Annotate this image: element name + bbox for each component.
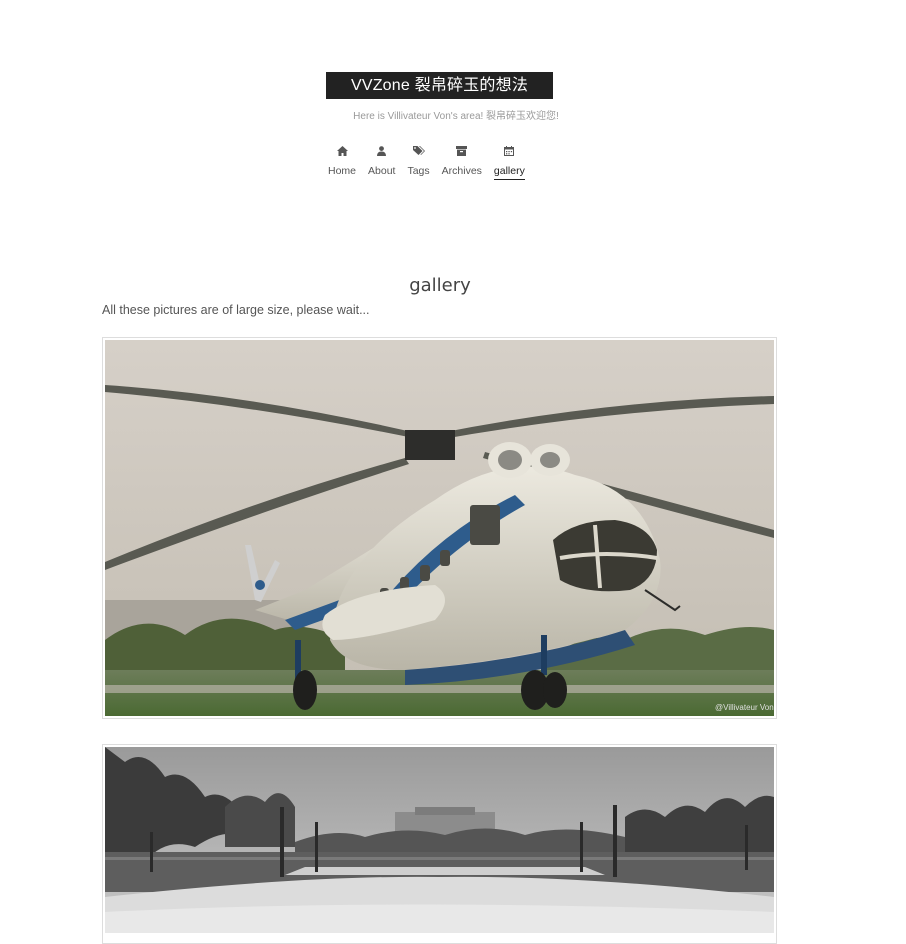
nav-label-archives: Archives xyxy=(441,165,482,177)
site-header: VVZone 裂帛碎玉的想法 Here is Villivateur Von's… xyxy=(0,0,906,220)
gallery-photo-helicopter[interactable]: @Villivateur Von xyxy=(102,337,777,719)
nav-item-archives[interactable]: Archives xyxy=(436,142,488,182)
site-subtitle: Here is Villivateur Von's area! 裂帛碎玉欢迎您! xyxy=(353,111,559,122)
nav-label-gallery: gallery xyxy=(493,164,525,180)
nav-item-about[interactable]: About xyxy=(362,142,401,182)
nav-item-home[interactable]: Home xyxy=(322,142,362,182)
gallery-photo-plaza[interactable] xyxy=(102,744,777,944)
gallery-intro: All these pictures are of large size, pl… xyxy=(102,303,370,317)
site-brand[interactable]: VVZone 裂帛碎玉的想法 xyxy=(326,72,553,99)
nav-label-about: About xyxy=(368,165,396,177)
user-icon xyxy=(375,144,389,158)
helicopter-image: @Villivateur Von xyxy=(105,340,774,716)
main-nav: Home About Tags Archives gallery xyxy=(322,142,531,182)
plaza-image xyxy=(105,747,774,933)
nav-label-tags: Tags xyxy=(407,165,430,177)
nav-item-tags[interactable]: Tags xyxy=(401,142,435,182)
tags-icon xyxy=(412,144,426,158)
calendar-icon xyxy=(502,144,516,158)
archive-icon xyxy=(455,144,469,158)
photo-watermark: @Villivateur Von xyxy=(715,703,774,712)
nav-label-home: Home xyxy=(328,165,357,177)
page-title: gallery xyxy=(409,275,471,296)
nav-item-gallery[interactable]: gallery xyxy=(488,142,531,182)
home-icon xyxy=(335,144,349,158)
